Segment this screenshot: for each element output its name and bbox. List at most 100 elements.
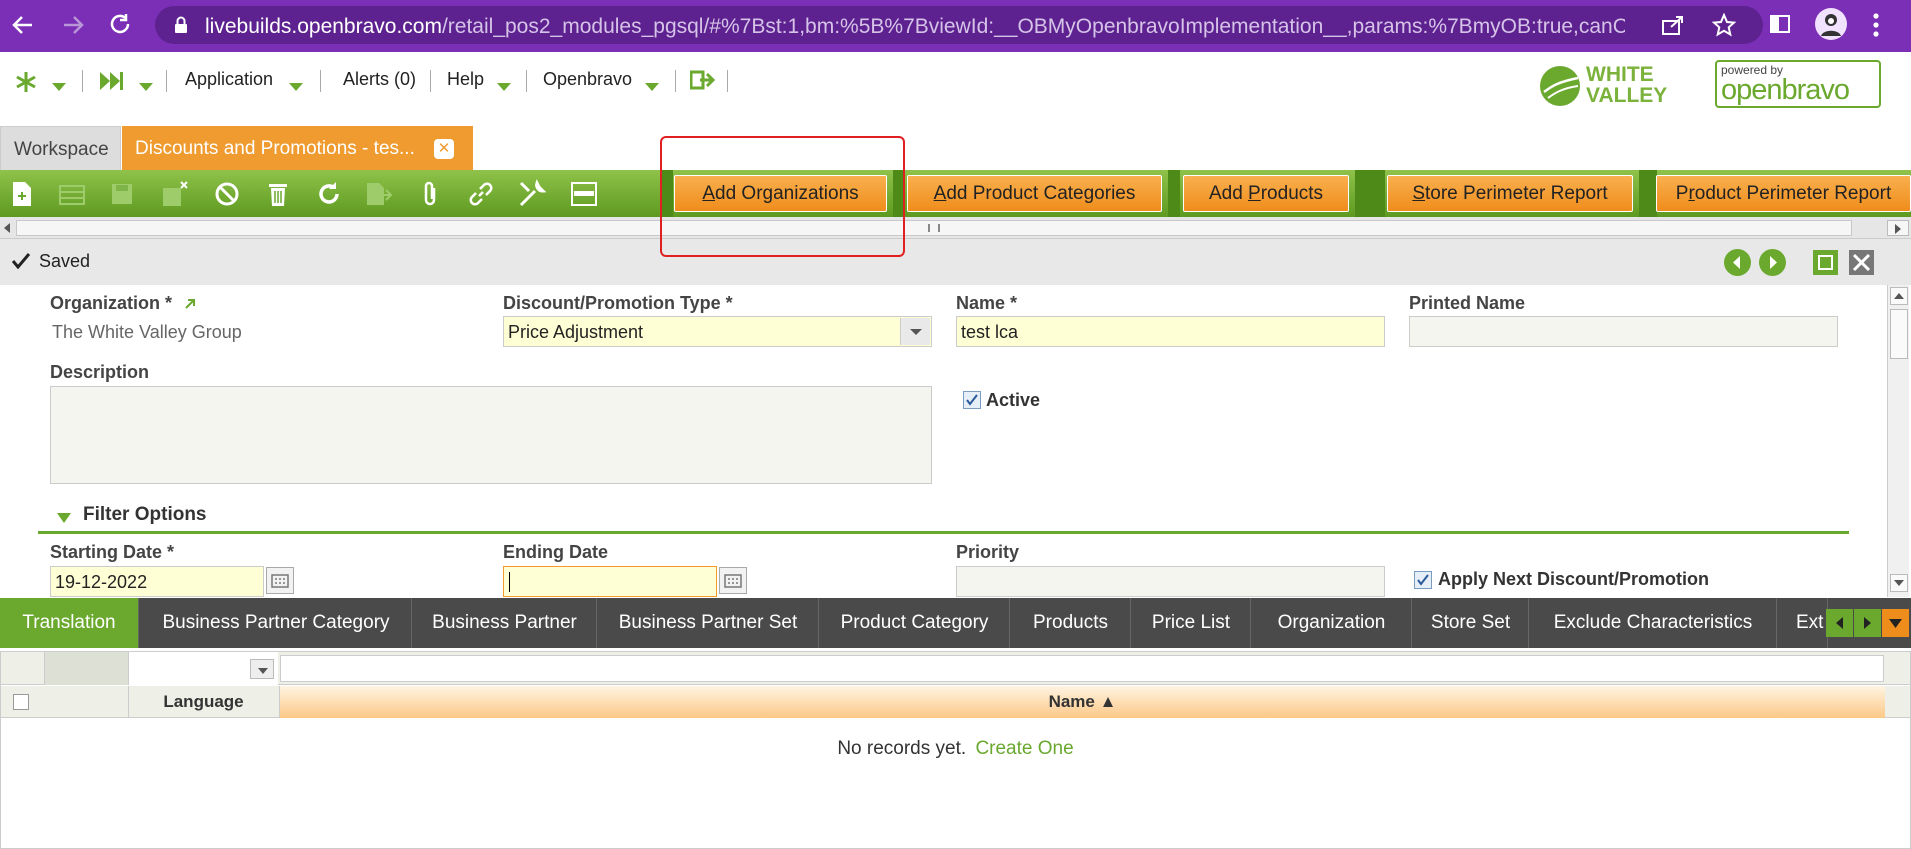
status-bar: Saved <box>0 239 1911 285</box>
menu-application[interactable]: Application <box>185 69 273 90</box>
subtab-product-category[interactable]: Product Category <box>820 598 1010 648</box>
priority-field[interactable] <box>956 566 1385 597</box>
subtab-scroll-left-icon[interactable] <box>1826 609 1853 637</box>
menu-user[interactable]: Openbravo <box>543 69 632 90</box>
brand-line-1: WHITE <box>1586 63 1654 86</box>
dropdown-arrow-icon[interactable] <box>900 318 930 345</box>
scroll-thumb[interactable] <box>16 220 1852 236</box>
subtab-business-partner[interactable]: Business Partner <box>413 598 597 648</box>
chevron-down-icon[interactable] <box>289 78 303 96</box>
profile-avatar[interactable] <box>1815 8 1847 40</box>
description-label: Description <box>50 362 150 382</box>
active-checkbox[interactable] <box>963 391 981 409</box>
type-select[interactable]: Price Adjustment <box>503 316 932 347</box>
subtab-translation[interactable]: Translation <box>0 598 139 648</box>
refresh-icon[interactable] <box>314 179 344 209</box>
create-one-link[interactable]: Create One <box>975 738 1073 759</box>
menu-separator <box>675 70 676 92</box>
product-perimeter-report-button[interactable]: Product Perimeter Report <box>1656 175 1911 212</box>
subtab-scroll-right-icon[interactable] <box>1854 609 1881 637</box>
star-icon[interactable] <box>1712 13 1736 37</box>
highlight-box <box>660 136 905 257</box>
subtab-business-partner-set[interactable]: Business Partner Set <box>598 598 819 648</box>
calendar-icon[interactable] <box>266 567 294 594</box>
btn-label: Add Products <box>1208 182 1324 204</box>
select-all-checkbox[interactable] <box>13 694 29 710</box>
subtab-price-list[interactable]: Price List <box>1132 598 1251 648</box>
logout-icon[interactable] <box>690 69 716 91</box>
section-collapse-icon[interactable] <box>56 512 72 524</box>
scroll-thumb[interactable] <box>1890 309 1908 359</box>
tools-icon[interactable] <box>517 179 547 209</box>
url-text[interactable]: livebuilds.openbravo.com/retail_pos2_mod… <box>205 15 1625 39</box>
delete-icon[interactable] <box>263 179 293 209</box>
share-icon[interactable] <box>1661 14 1685 36</box>
btn-label: Product Perimeter Report <box>1675 182 1892 204</box>
link-icon[interactable] <box>466 179 496 209</box>
subtab-exclude-characteristics[interactable]: Exclude Characteristics <box>1530 598 1777 648</box>
undo-cancel-icon[interactable] <box>212 179 242 209</box>
language-filter-input[interactable] <box>128 652 278 685</box>
chevron-down-icon[interactable] <box>645 78 659 96</box>
address-bar[interactable]: livebuilds.openbravo.com/retail_pos2_mod… <box>155 6 1763 44</box>
add-product-categories-button[interactable]: Add Product Categories <box>907 175 1162 212</box>
menu-help[interactable]: Help <box>447 69 484 90</box>
menu-separator <box>166 70 167 92</box>
subtab-menu-icon[interactable] <box>1882 609 1909 637</box>
column-header-name[interactable]: Name ▲ <box>279 686 1885 718</box>
subtab-store-set[interactable]: Store Set <box>1413 598 1529 648</box>
white-valley-logo: WHITE VALLEY <box>1538 60 1678 110</box>
fast-forward-icon[interactable] <box>98 70 124 92</box>
menu-alerts[interactable]: Alerts (0) <box>343 69 416 90</box>
apply-next-checkbox[interactable] <box>1414 571 1432 589</box>
scroll-down-icon[interactable] <box>1890 574 1908 592</box>
scroll-right-icon[interactable] <box>1887 220 1909 236</box>
side-panel-icon[interactable] <box>1768 12 1792 36</box>
back-arrow-icon[interactable] <box>8 10 38 40</box>
calendar-icon[interactable] <box>719 567 747 594</box>
scroll-left-icon[interactable] <box>3 222 11 234</box>
quick-launch-icon[interactable] <box>14 70 38 94</box>
lock-icon[interactable] <box>173 16 189 34</box>
status-text: Saved <box>39 251 91 271</box>
scroll-up-icon[interactable] <box>1890 287 1908 305</box>
dropdown-arrow-icon[interactable] <box>250 659 274 679</box>
subtab-products[interactable]: Products <box>1011 598 1131 648</box>
store-perimeter-report-button[interactable]: Store Perimeter Report <box>1387 175 1633 212</box>
name-field[interactable]: test lca <box>956 316 1385 347</box>
maximize-icon[interactable] <box>1813 250 1838 275</box>
description-textarea[interactable] <box>50 386 932 484</box>
menu-separator <box>82 70 83 92</box>
close-form-icon[interactable] <box>1849 250 1874 275</box>
section-filter-options[interactable]: Filter Options <box>83 504 207 526</box>
chevron-down-icon[interactable] <box>52 78 66 96</box>
add-products-button[interactable]: Add Products <box>1183 175 1349 212</box>
name-filter-input[interactable] <box>280 655 1884 682</box>
openbravo-logo: powered by openbravo <box>1715 60 1881 108</box>
new-document-icon[interactable] <box>7 179 37 209</box>
previous-record-icon[interactable] <box>1724 249 1751 276</box>
chevron-down-icon[interactable] <box>497 78 511 96</box>
reload-icon[interactable] <box>105 10 135 40</box>
tab-workspace[interactable]: Workspace <box>0 126 121 171</box>
subtab-business-partner-category[interactable]: Business Partner Category <box>141 598 412 648</box>
form-vertical-scrollbar[interactable] <box>1887 285 1909 597</box>
checkmark-icon <box>12 253 30 269</box>
tab-discounts-promotions[interactable]: Discounts and Promotions - tes... ✕ <box>122 126 473 171</box>
forward-arrow-icon[interactable] <box>58 10 88 40</box>
kebab-menu-icon[interactable] <box>1872 12 1880 38</box>
type-value: Price Adjustment <box>508 322 644 342</box>
next-record-icon[interactable] <box>1759 249 1786 276</box>
printed-name-field[interactable] <box>1409 316 1838 347</box>
starting-date-field[interactable]: 19-12-2022 <box>50 566 264 597</box>
column-header-language[interactable]: Language <box>128 686 278 718</box>
chevron-down-icon[interactable] <box>139 78 153 96</box>
horizontal-scrollbar[interactable] <box>0 217 1911 239</box>
subtab-organization[interactable]: Organization <box>1252 598 1412 648</box>
close-tab-icon[interactable]: ✕ <box>434 139 454 159</box>
attachment-icon[interactable] <box>415 179 445 209</box>
ending-date-field[interactable] <box>503 566 717 597</box>
url-path: /retail_pos2_modules_pgsql/#%7Bst:1,bm:%… <box>441 15 1625 38</box>
subtab-ext[interactable]: Ext <box>1778 598 1828 648</box>
layout-toggle-icon[interactable] <box>569 179 599 209</box>
